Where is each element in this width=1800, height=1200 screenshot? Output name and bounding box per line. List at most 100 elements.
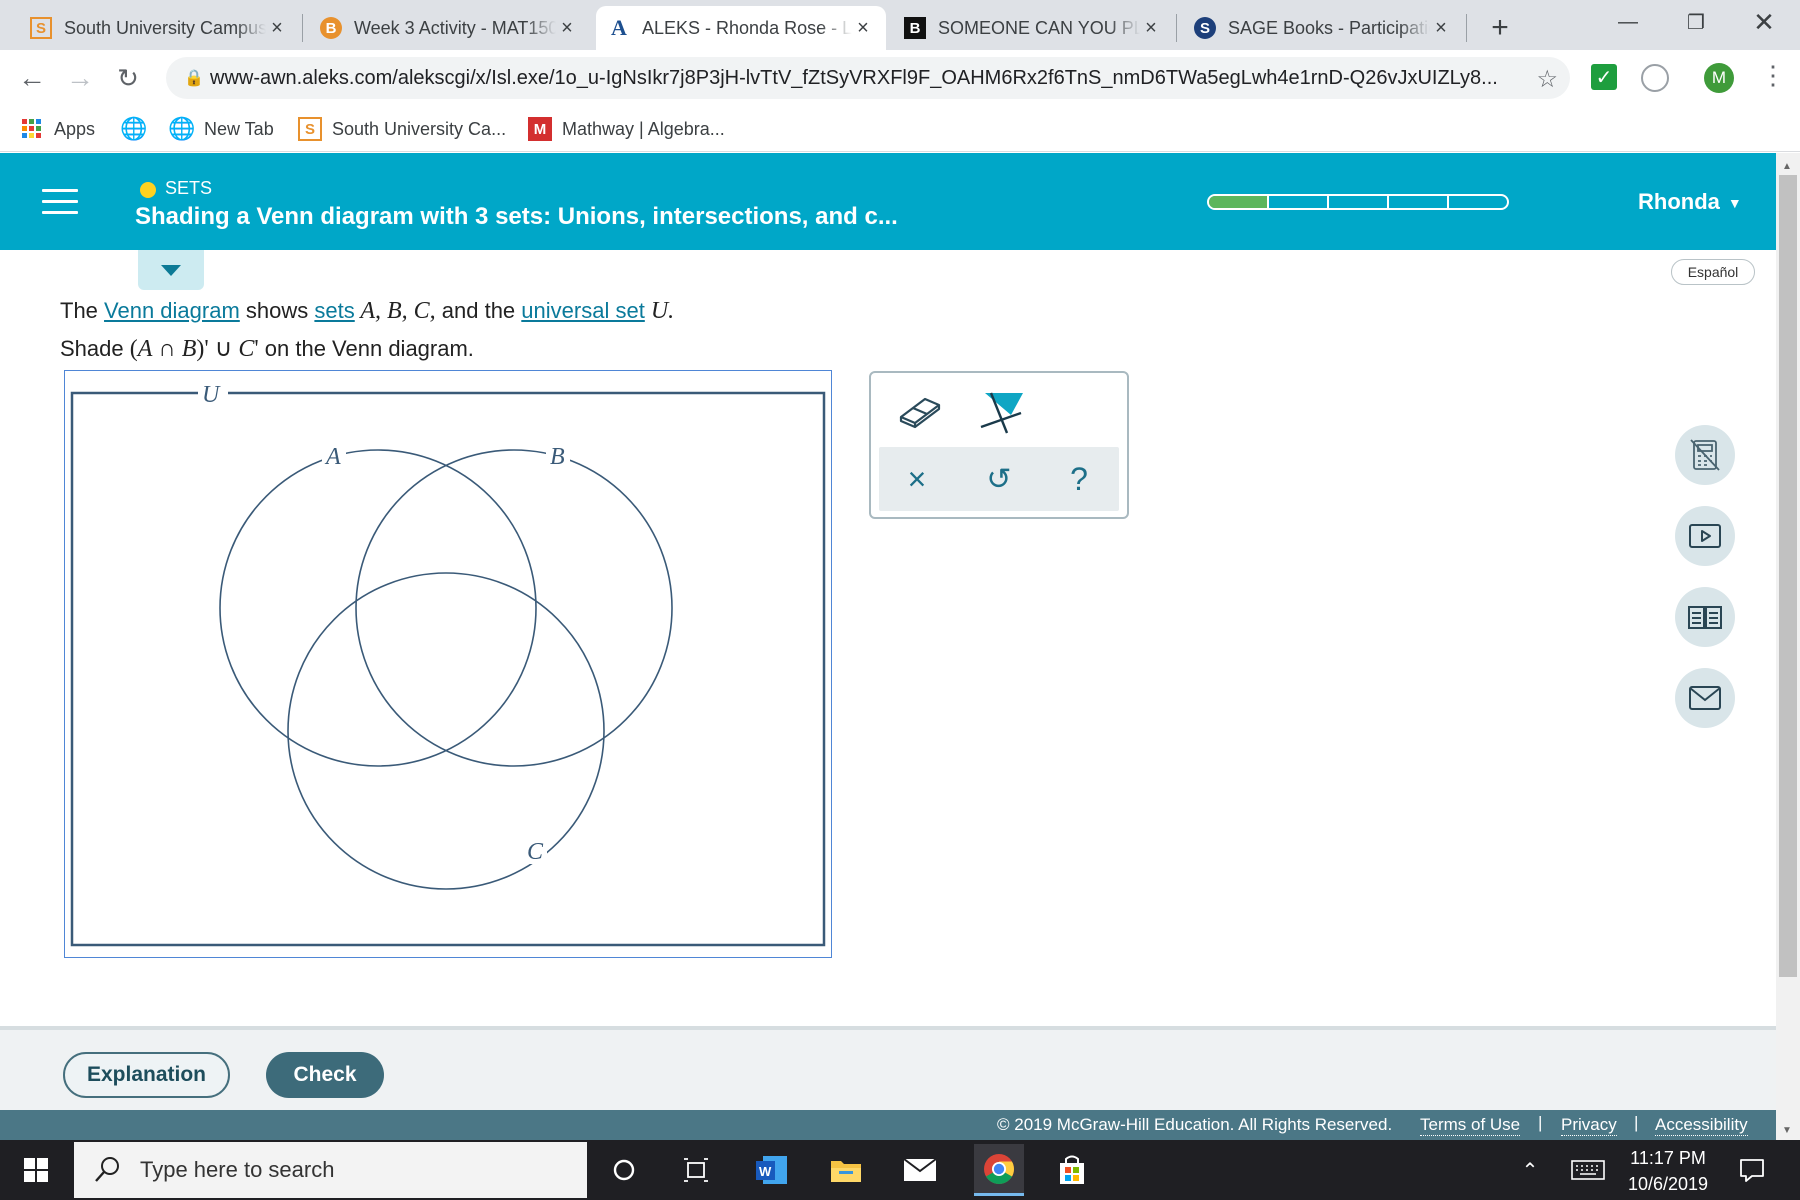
privacy-link[interactable]: Privacy [1561,1115,1617,1136]
chevron-up-icon[interactable]: ⌃ [1508,1148,1552,1192]
mail-app-icon[interactable] [898,1148,942,1192]
close-window-button[interactable]: ✕ [1730,0,1798,44]
close-tab-icon[interactable]: × [556,17,578,40]
search-icon [95,1157,119,1182]
topic-title: Shading a Venn diagram with 3 sets: Unio… [135,203,898,230]
globe-icon: 🌐 [120,116,148,141]
forward-arrow-icon[interactable]: → [60,58,100,98]
collapse-header-toggle[interactable] [138,250,204,290]
sage-favicon-icon: S [1194,17,1216,39]
close-tab-icon[interactable]: × [1140,17,1162,40]
footer-separator: | [1634,1113,1639,1132]
universal-set-link[interactable]: universal set [521,298,645,323]
clock-date: 10/6/2019 [1627,1174,1709,1194]
terms-of-use-link[interactable]: Terms of Use [1420,1115,1521,1136]
taskbar-search-box[interactable]: Type here to search [74,1142,587,1198]
cortana-icon[interactable] [602,1148,646,1192]
reload-icon[interactable]: ↻ [108,58,148,98]
universal-set-math: U. [644,298,675,324]
calculator-button[interactable] [1675,425,1735,485]
clear-x-icon[interactable]: × [895,457,939,501]
progress-segment [1209,196,1269,208]
tab-sage-books[interactable]: S SAGE Books - Participation × [1182,6,1464,50]
calculator-disabled-icon [1690,439,1720,471]
chrome-app-icon[interactable] [974,1144,1024,1196]
windows-start-icon[interactable] [14,1148,58,1192]
universal-set-rectangle[interactable] [70,391,826,947]
ebook-button[interactable] [1675,587,1735,647]
apps-grid-icon [20,117,44,141]
tab-someone-can-you-please[interactable]: B SOMEONE CAN YOU PLEASE × [892,6,1174,50]
message-button[interactable] [1675,668,1735,728]
extension-checkmark-icon[interactable]: ✓ [1591,64,1617,90]
task-view-icon[interactable] [674,1148,718,1192]
tab-title: ALEKS - Rhonda Rose - Learn [642,17,852,38]
tab-separator [1466,14,1467,42]
address-bar[interactable]: 🔒 www-awn.aleks.com/alekscgi/x/Isl.exe/1… [166,57,1570,99]
bookmark-new-tab[interactable]: 🌐 New Tab [168,114,273,144]
video-button[interactable] [1675,506,1735,566]
search-placeholder: Type here to search [140,1157,335,1182]
windows-taskbar: Type here to search W ⌃ 11:17 PM 10/6/20… [0,1140,1800,1200]
scroll-up-arrow-icon[interactable]: ▲ [1782,161,1792,172]
universal-set-label: U [202,382,221,408]
tab-title: SOMEONE CAN YOU PLEASE [938,17,1140,38]
shade-flag-icon[interactable] [975,387,1031,435]
notifications-icon[interactable] [1730,1148,1774,1192]
store-app-icon[interactable] [1050,1148,1094,1192]
tool-palette: × ↺ ? [869,371,1129,519]
user-menu[interactable]: Rhonda ▼ [1638,189,1742,215]
tab-week3-activity[interactable]: B Week 3 Activity - MAT1500 × [308,6,590,50]
file-explorer-icon[interactable] [824,1148,868,1192]
progress-segment [1389,196,1449,208]
bookmark-globe[interactable]: 🌐 [120,114,156,144]
taskbar-clock[interactable]: 11:17 PM 10/6/2019 [1596,1145,1740,1197]
word-app-icon[interactable]: W [750,1148,794,1192]
footer-separator: | [1538,1113,1543,1132]
expression-paren: ( [129,336,138,362]
check-button[interactable]: Check [266,1052,384,1098]
back-arrow-icon[interactable]: ← [12,58,52,98]
close-tab-icon[interactable]: × [852,17,874,40]
hamburger-menu-icon[interactable] [42,189,78,215]
close-tab-icon[interactable]: × [1430,17,1452,40]
eraser-icon[interactable] [891,389,947,433]
bookmark-apps[interactable]: Apps [20,114,95,144]
language-toggle-button[interactable]: Español [1671,259,1755,285]
bookmark-mathway[interactable]: M Mathway | Algebra... [528,114,725,144]
set-a-circle[interactable] [219,449,537,767]
browser-toolbar: ← → ↻ 🔒 www-awn.aleks.com/alekscgi/x/Isl… [0,50,1800,106]
undo-icon[interactable]: ↺ [977,457,1021,501]
venn-diagram[interactable]: U A B C [64,370,832,958]
scrollbar-thumb[interactable] [1779,175,1797,977]
set-b-circle[interactable] [355,449,673,767]
new-tab-button[interactable]: + [1478,6,1522,50]
extension-circle-icon[interactable] [1641,64,1669,92]
restore-window-button[interactable]: ❐ [1662,0,1730,44]
intersection-symbol: ∩ [152,336,182,362]
help-question-icon[interactable]: ? [1057,457,1101,501]
globe-icon: 🌐 [168,116,196,141]
minimize-window-button[interactable]: — [1594,0,1662,44]
tab-south-university[interactable]: S South University Campus × [18,6,300,50]
accessibility-link[interactable]: Accessibility [1655,1115,1748,1136]
question-text: Shade [60,336,130,361]
envelope-icon [1689,686,1721,710]
tab-separator [302,14,303,42]
close-tab-icon[interactable]: × [266,17,288,40]
profile-avatar[interactable]: M [1704,63,1734,93]
topic-label: SETS [165,178,213,198]
url-text[interactable]: www-awn.aleks.com/alekscgi/x/Isl.exe/1o_… [210,67,1530,90]
sets-link[interactable]: sets [314,298,354,323]
venn-diagram-link[interactable]: Venn diagram [104,298,240,323]
bookmark-south-university[interactable]: S South University Ca... [298,114,506,144]
bookmark-star-icon[interactable]: ☆ [1536,65,1558,94]
explanation-button[interactable]: Explanation [63,1052,230,1098]
set-c-circle[interactable] [287,572,605,890]
brainly-favicon-icon: B [904,17,926,39]
vertical-scrollbar[interactable]: ▲ ▼ [1776,153,1800,1140]
browser-menu-kebab-icon[interactable]: ⋮ [1760,60,1786,91]
tab-aleks[interactable]: A ALEKS - Rhonda Rose - Learn × [596,6,886,50]
video-play-icon [1689,524,1721,548]
scroll-down-arrow-icon[interactable]: ▼ [1782,1125,1792,1136]
